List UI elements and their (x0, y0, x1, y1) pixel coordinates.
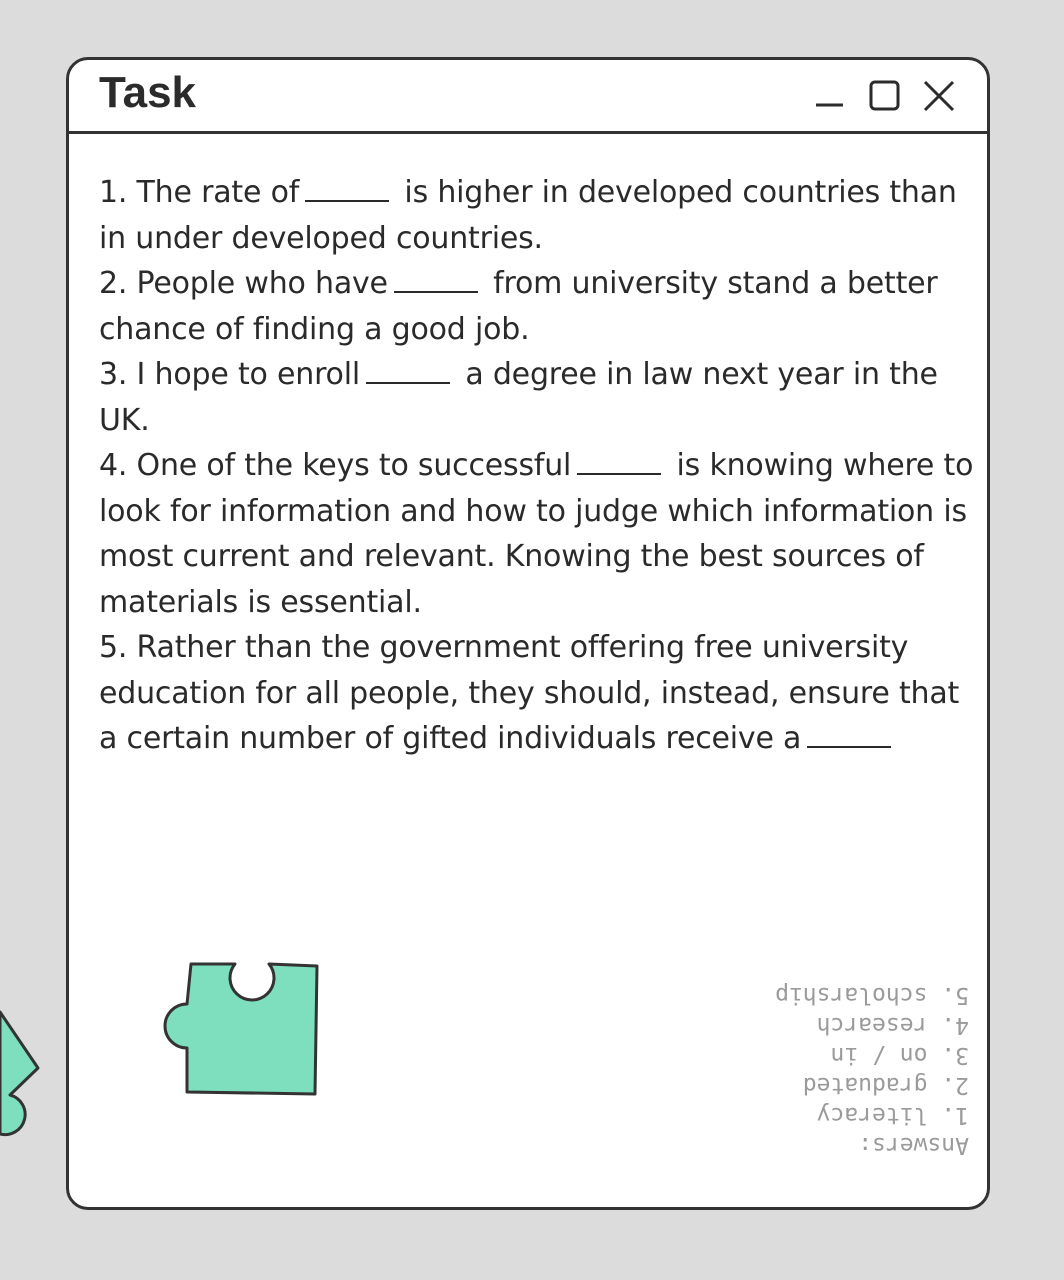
answer-blank-3 (365, 381, 450, 384)
answers-heading: Answers: (858, 1132, 969, 1158)
minimize-button[interactable] (813, 78, 849, 114)
answer-4: 4. research (816, 1012, 969, 1038)
close-button[interactable] (921, 78, 957, 114)
answer-5: 5. scholarship (775, 982, 969, 1008)
answer-2: 2. graduated (802, 1072, 969, 1098)
task-questions: 1. The rate of is higher in developed co… (99, 170, 979, 762)
title-bar: Task (69, 60, 987, 134)
question-4: 4. One of the keys to successful is know… (99, 448, 974, 620)
task-window: Task 1. The rate of is higher in develop… (66, 57, 990, 1210)
answers-upside-down: Answers: 1. literacy 2. graduated 3. on … (775, 980, 969, 1160)
answer-3: 3. on / in (830, 1042, 969, 1068)
question-2: 2. People who have from university stand… (99, 266, 938, 347)
maximize-button[interactable] (867, 78, 903, 114)
answer-blank-4 (577, 472, 662, 475)
close-icon (923, 80, 955, 112)
question-3: 3. I hope to enroll a degree in law next… (99, 357, 938, 438)
maximize-icon (869, 80, 900, 111)
answer-blank-2 (393, 290, 478, 293)
question-5: 5. Rather than the government offering f… (99, 630, 960, 756)
answer-1: 1. literacy (816, 1102, 969, 1128)
answer-blank-1 (305, 199, 390, 202)
question-1: 1. The rate of is higher in developed co… (99, 175, 957, 256)
puzzle-piece-icon (163, 962, 319, 1096)
answer-blank-5 (807, 745, 892, 748)
puzzle-piece-icon-outside (0, 1010, 40, 1137)
minimize-icon (816, 103, 843, 107)
window-title: Task (99, 68, 197, 117)
